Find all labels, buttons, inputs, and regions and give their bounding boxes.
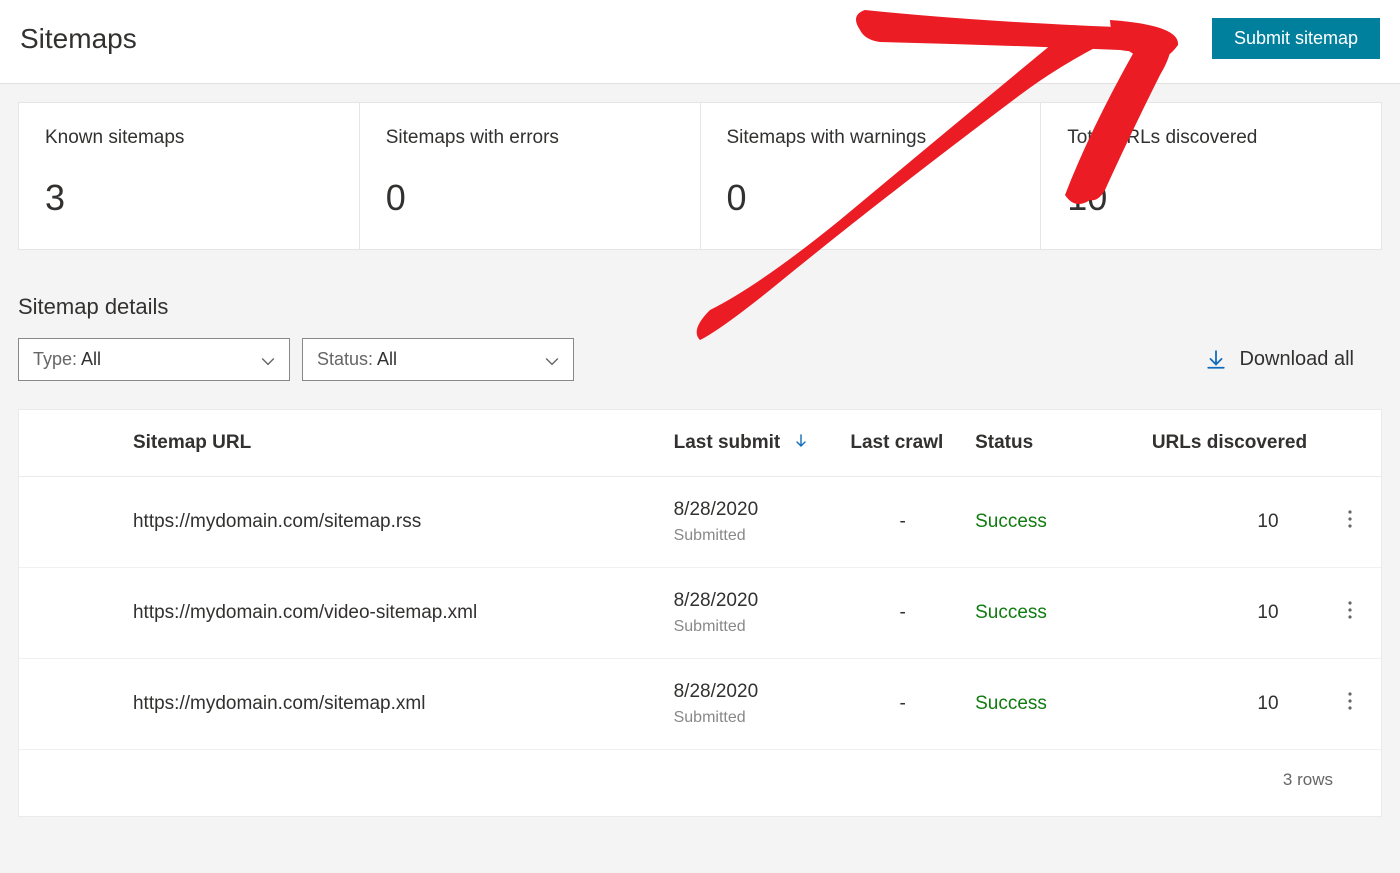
- header-bar: Sitemaps Submit sitemap: [0, 0, 1400, 84]
- cell-url: https://mydomain.com/sitemap.xml: [123, 659, 664, 750]
- cell-last-crawl: -: [840, 568, 965, 659]
- card-value: 10: [1067, 177, 1355, 219]
- filters-row: Type: All Status: All Download all: [18, 338, 1382, 381]
- cell-discovered: 10: [1142, 659, 1319, 750]
- section-title: Sitemap details: [18, 294, 1382, 320]
- row-actions-menu-icon[interactable]: [1340, 510, 1360, 534]
- card-value: 0: [727, 177, 1015, 219]
- card-sitemaps-errors: Sitemaps with errors 0: [360, 102, 701, 250]
- card-label: Sitemaps with errors: [386, 127, 674, 149]
- cell-last-submit: 8/28/2020 Submitted: [664, 568, 841, 659]
- cell-url: https://mydomain.com/sitemap.rss: [123, 477, 664, 568]
- col-header-last-submit[interactable]: Last submit: [664, 410, 841, 477]
- cell-discovered: 10: [1142, 568, 1319, 659]
- cell-last-crawl: -: [840, 477, 965, 568]
- cell-status: Success: [965, 659, 1142, 750]
- card-label: Total URLs discovered: [1067, 127, 1355, 149]
- table-footer: 3 rows: [19, 750, 1381, 817]
- cell-last-crawl: -: [840, 659, 965, 750]
- card-sitemaps-warnings: Sitemaps with warnings 0: [701, 102, 1042, 250]
- download-icon: [1207, 350, 1225, 370]
- cell-discovered: 10: [1142, 477, 1319, 568]
- sitemap-table: Sitemap URL Last submit Last crawl Statu…: [18, 409, 1382, 817]
- cell-status: Success: [965, 568, 1142, 659]
- sort-descending-icon: [796, 432, 808, 454]
- chevron-down-icon: [545, 353, 559, 367]
- table-header-row: Sitemap URL Last submit Last crawl Statu…: [19, 410, 1381, 477]
- submit-sitemap-button[interactable]: Submit sitemap: [1212, 18, 1380, 59]
- table-row[interactable]: https://mydomain.com/video-sitemap.xml 8…: [19, 568, 1381, 659]
- row-count: 3 rows: [19, 750, 1381, 817]
- row-actions-menu-icon[interactable]: [1340, 601, 1360, 625]
- sitemap-details-section: Sitemap details Type: All Status: All Do…: [18, 294, 1382, 381]
- row-actions-menu-icon[interactable]: [1340, 692, 1360, 716]
- card-value: 3: [45, 177, 333, 219]
- col-header-status[interactable]: Status: [965, 410, 1142, 477]
- cell-last-submit: 8/28/2020 Submitted: [664, 477, 841, 568]
- filter-status-dropdown[interactable]: Status: All: [302, 338, 574, 381]
- summary-cards: Known sitemaps 3 Sitemaps with errors 0 …: [18, 102, 1382, 250]
- dropdown-text: Type: All: [33, 349, 101, 370]
- cell-url: https://mydomain.com/video-sitemap.xml: [123, 568, 664, 659]
- filter-type-dropdown[interactable]: Type: All: [18, 338, 290, 381]
- col-header-url[interactable]: Sitemap URL: [123, 410, 664, 477]
- download-all-label: Download all: [1239, 348, 1354, 371]
- card-label: Sitemaps with warnings: [727, 127, 1015, 149]
- cell-status: Success: [965, 477, 1142, 568]
- card-value: 0: [386, 177, 674, 219]
- card-label: Known sitemaps: [45, 127, 333, 149]
- card-known-sitemaps: Known sitemaps 3: [18, 102, 360, 250]
- table-row[interactable]: https://mydomain.com/sitemap.rss 8/28/20…: [19, 477, 1381, 568]
- table-row[interactable]: https://mydomain.com/sitemap.xml 8/28/20…: [19, 659, 1381, 750]
- col-header-discovered[interactable]: URLs discovered: [1142, 410, 1319, 477]
- download-all-button[interactable]: Download all: [1207, 348, 1354, 371]
- dropdown-text: Status: All: [317, 349, 397, 370]
- col-header-last-crawl[interactable]: Last crawl: [840, 410, 965, 477]
- page-title: Sitemaps: [20, 23, 137, 55]
- chevron-down-icon: [261, 353, 275, 367]
- card-total-urls: Total URLs discovered 10: [1041, 102, 1382, 250]
- cell-last-submit: 8/28/2020 Submitted: [664, 659, 841, 750]
